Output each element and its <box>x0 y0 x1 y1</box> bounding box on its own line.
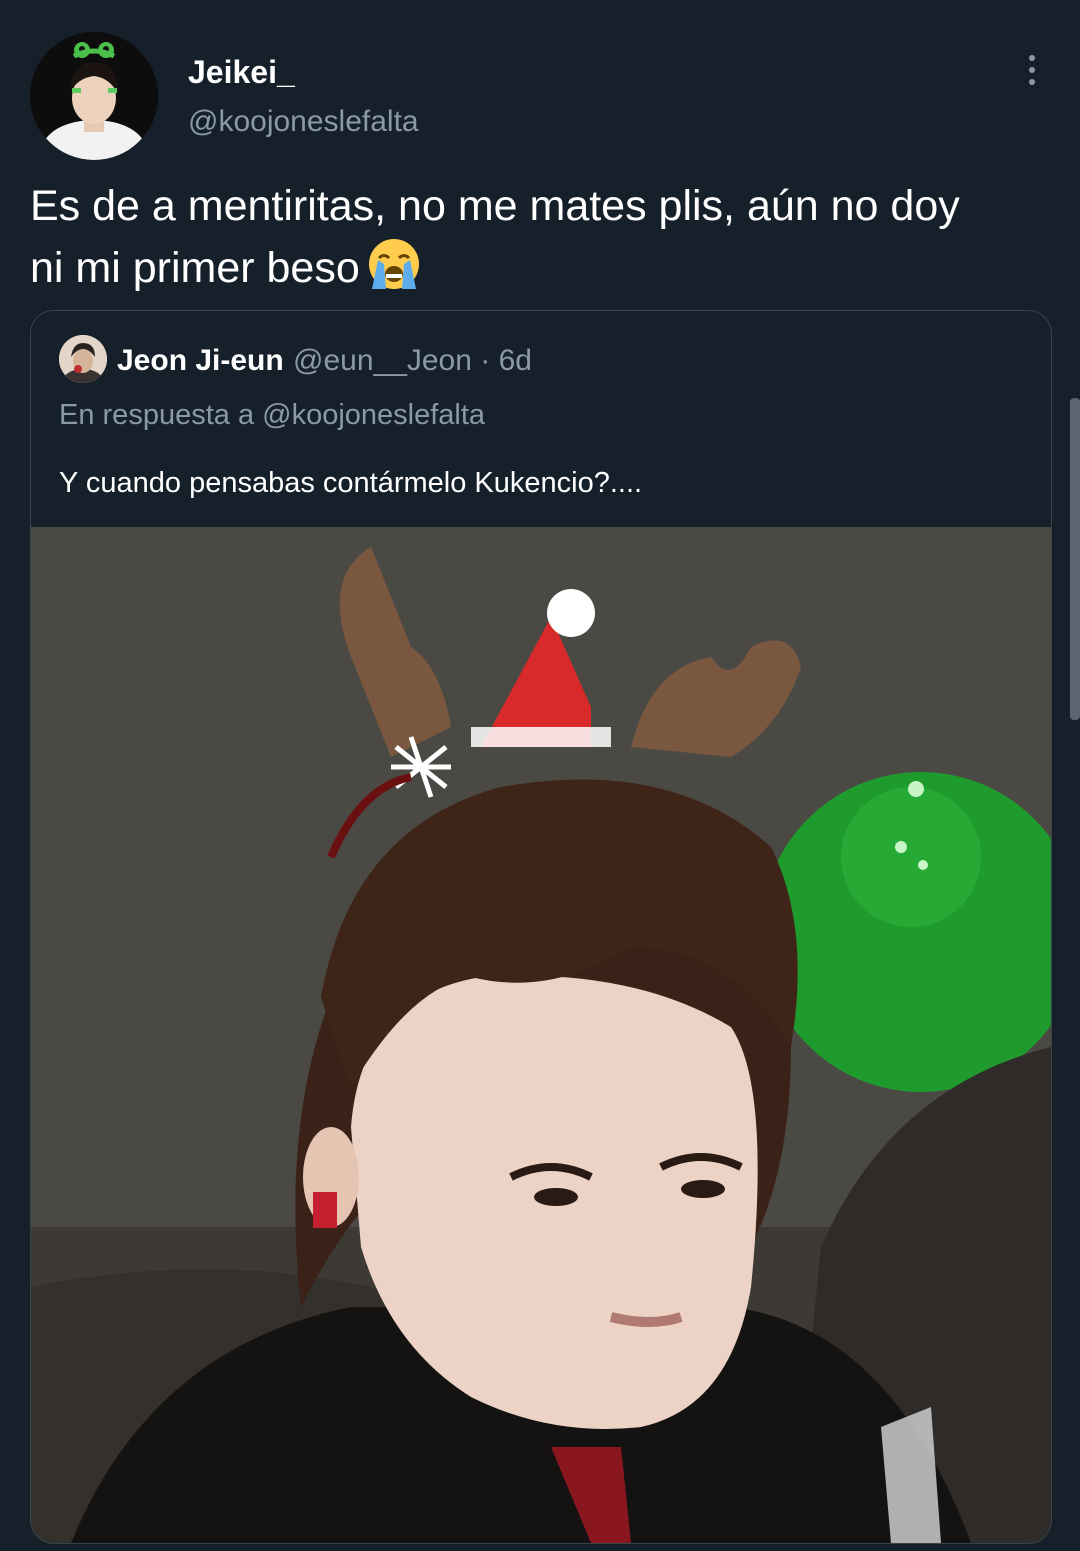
quoted-tweet-photo[interactable] <box>31 527 1051 1543</box>
author-avatar[interactable] <box>30 32 158 160</box>
scrollbar[interactable] <box>1070 398 1080 720</box>
tweet-text-line-2: ni mi primer beso <box>30 236 1050 298</box>
quoted-author-avatar-image <box>59 335 107 383</box>
loudly-crying-face-icon <box>368 239 419 289</box>
quoted-author-avatar[interactable] <box>59 335 107 383</box>
author-avatar-image <box>30 32 158 160</box>
tweet-text-line-2-words: ni mi primer beso <box>30 244 360 292</box>
tweet-text: Es de a mentiritas, no me mates plis, aú… <box>30 176 1050 298</box>
quoted-reply-context[interactable]: En respuesta a @koojoneslefalta <box>59 395 485 435</box>
quoted-author-name[interactable]: Jeon Ji-eun <box>117 341 284 381</box>
author-handle[interactable]: @koojoneslefalta <box>188 102 419 142</box>
quoted-tweet-card[interactable]: Jeon Ji-eun @eun__Jeon · 6d En respuesta… <box>30 310 1052 1544</box>
quoted-author-meta[interactable]: @eun__Jeon · 6d <box>293 341 532 381</box>
author-display-name[interactable]: Jeikei_ <box>188 52 295 92</box>
tweet-text-line-1: Es de a mentiritas, no me mates plis, aú… <box>30 182 960 230</box>
quoted-tweet-text: Y cuando pensabas contármelo Kukencio?..… <box>59 467 643 499</box>
more-options-icon[interactable] <box>1012 48 1052 92</box>
quoted-photo-image <box>31 527 1051 1543</box>
